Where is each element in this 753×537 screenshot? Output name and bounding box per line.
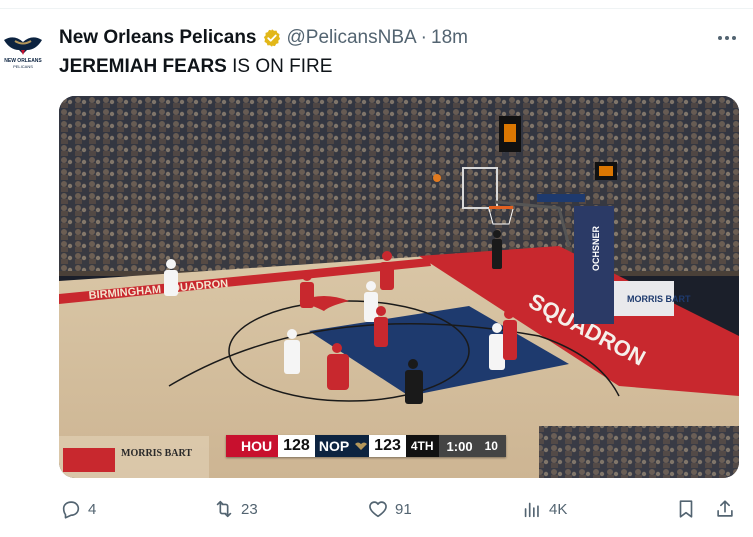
views-count: 4K <box>549 500 568 518</box>
like-count: 91 <box>395 500 412 518</box>
away-score: 123 <box>369 435 406 457</box>
heart-icon <box>369 501 387 518</box>
video-frame: BIRMINGHAM SQUADRON SQUADRON OCHSNER MOR… <box>59 96 739 478</box>
tweet-text: JEREMIAH FEARS IS ON FIRE <box>59 56 332 78</box>
repost-count: 23 <box>241 500 258 518</box>
avatar-text-bottom: PELICANS <box>13 64 33 69</box>
period: 4TH <box>405 435 439 457</box>
stanchion-sponsor-text: MORRIS BART <box>627 294 691 304</box>
reply-button[interactable]: 4 <box>60 496 96 522</box>
pelican-small-icon <box>353 435 370 457</box>
author-name[interactable]: New Orleans Pelicans <box>59 27 257 49</box>
away-team-abbr: NOP <box>314 435 354 457</box>
share-button[interactable] <box>714 496 736 522</box>
houston-logo-icon <box>226 435 238 457</box>
shot-clock: 10 <box>480 435 506 457</box>
video-media[interactable]: BIRMINGHAM SQUADRON SQUADRON OCHSNER MOR… <box>59 96 739 478</box>
game-clock: 1:00 <box>438 435 481 457</box>
avatar[interactable]: NEW ORLEANS PELICANS <box>0 28 46 74</box>
repost-icon <box>216 500 232 518</box>
repost-button[interactable]: 23 <box>213 496 258 522</box>
reply-icon <box>62 501 80 519</box>
action-bar: 4 23 91 4K <box>0 496 753 522</box>
more-options-icon[interactable] <box>712 27 742 49</box>
bookmark-icon <box>679 500 693 518</box>
sponsor-left-text: MORRIS BART <box>121 448 192 459</box>
scorebug: HOU 128 NOP 123 4TH 1:00 10 <box>226 435 506 457</box>
reply-count: 4 <box>88 500 97 518</box>
analytics-icon <box>524 502 539 518</box>
stanchion-text: OCHSNER <box>591 225 601 271</box>
share-icon <box>717 500 733 517</box>
top-divider <box>0 8 753 9</box>
verified-badge-icon[interactable] <box>262 28 282 48</box>
tweet-text-bold: JEREMIAH FEARS <box>59 56 227 77</box>
tweet-text-rest: IS ON FIRE <box>226 56 333 77</box>
tweet-header: New Orleans Pelicans @PelicansNBA · 18m <box>59 26 468 50</box>
bookmark-button[interactable] <box>675 496 697 522</box>
home-team-abbr: HOU <box>238 435 279 457</box>
separator-dot: · <box>420 27 427 48</box>
home-score: 128 <box>278 435 315 457</box>
timestamp[interactable]: 18m <box>431 27 468 49</box>
author-handle[interactable]: @PelicansNBA <box>287 27 417 49</box>
views-button[interactable]: 4K <box>521 496 567 522</box>
like-button[interactable]: 91 <box>367 496 412 522</box>
